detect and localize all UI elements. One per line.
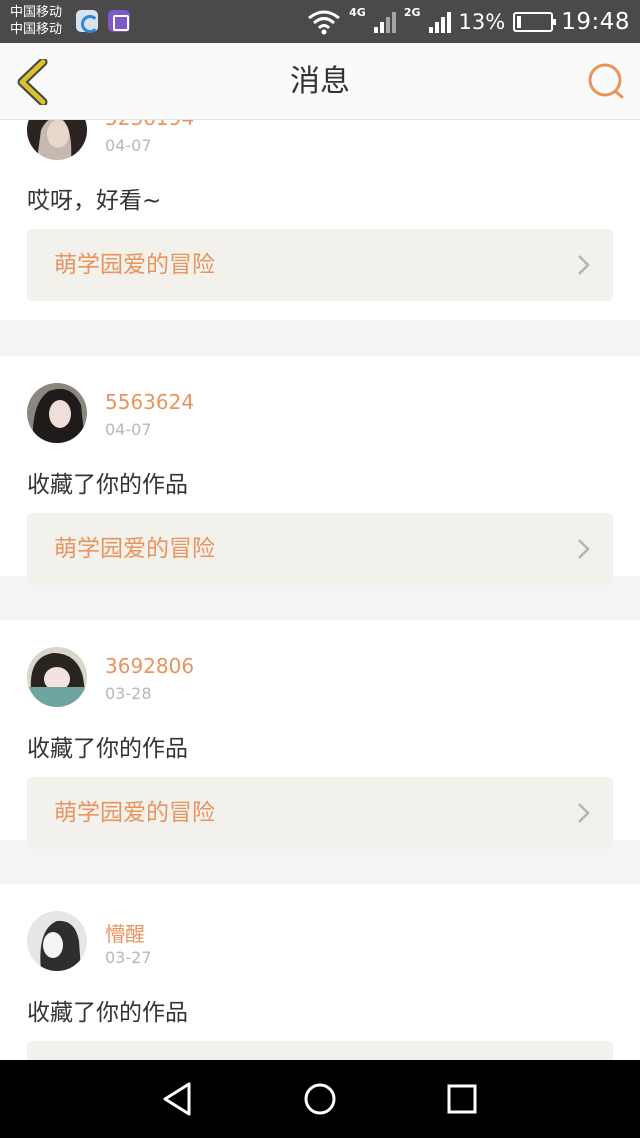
chevron-right-icon xyxy=(578,255,590,275)
work-link[interactable]: 萌学园爱的冒险 xyxy=(27,229,613,301)
message-card[interactable]: 5563624 04-07 收藏了你的作品 萌学园爱的冒险 xyxy=(0,356,640,585)
carrier-labels: 中国移动 中国移动 xyxy=(10,4,62,38)
message-card[interactable]: 3692806 03-28 收藏了你的作品 萌学园爱的冒险 xyxy=(0,620,640,849)
message-text: 收藏了你的作品 xyxy=(27,1000,188,1026)
chevron-right-icon xyxy=(578,539,590,559)
status-indicators: 4G 2G 13% 19:48 xyxy=(307,0,630,43)
system-nav-bar xyxy=(0,1060,640,1138)
work-link[interactable]: 萌学园爱的冒险 xyxy=(27,777,613,849)
clock: 19:48 xyxy=(561,8,630,35)
carrier-1: 中国移动 xyxy=(10,5,63,20)
avatar[interactable] xyxy=(27,383,87,443)
recents-square-icon[interactable] xyxy=(442,1079,482,1119)
signal-icon xyxy=(428,11,451,33)
message-date: 04-07 xyxy=(105,420,152,439)
message-card[interactable]: 懵醒 03-27 收藏了你的作品 xyxy=(0,884,640,1060)
work-title: 萌学园爱的冒险 xyxy=(54,536,215,562)
home-circle-icon[interactable] xyxy=(300,1079,340,1119)
gallery-app-icon xyxy=(108,10,130,32)
status-bar: 中国移动 中国移动 4G 2G 13% 19:48 xyxy=(0,0,640,43)
battery-icon xyxy=(513,11,557,32)
message-date: 03-28 xyxy=(105,684,152,703)
network-type-2: 2G xyxy=(403,6,421,19)
work-title: 萌学园爱的冒险 xyxy=(54,252,215,278)
chevron-right-icon xyxy=(578,803,590,823)
username[interactable]: 5236194 xyxy=(105,120,194,130)
signal-icon xyxy=(373,11,396,33)
username[interactable]: 懵醒 xyxy=(105,918,145,947)
app-header: 消息 xyxy=(0,43,640,120)
message-card[interactable]: 5236194 04-07 哎呀，好看~ 萌学园爱的冒险 xyxy=(0,120,640,320)
battery-percent: 13% xyxy=(458,9,506,34)
search-icon xyxy=(588,63,624,99)
message-date: 04-07 xyxy=(105,136,152,155)
username[interactable]: 5563624 xyxy=(105,390,194,414)
browser-app-icon xyxy=(76,10,99,33)
message-text: 收藏了你的作品 xyxy=(27,736,188,762)
work-title: 萌学园爱的冒险 xyxy=(54,800,215,826)
work-link[interactable] xyxy=(27,1041,613,1060)
message-text: 收藏了你的作品 xyxy=(27,472,188,498)
carrier-2: 中国移动 xyxy=(10,22,63,37)
page-title: 消息 xyxy=(290,64,350,99)
username[interactable]: 3692806 xyxy=(105,654,194,678)
message-text: 哎呀，好看~ xyxy=(27,188,162,214)
avatar[interactable] xyxy=(27,911,87,971)
message-date: 03-27 xyxy=(105,948,152,967)
back-triangle-icon[interactable] xyxy=(158,1079,198,1119)
network-type-1: 4G xyxy=(349,6,366,19)
search-button[interactable] xyxy=(586,61,626,101)
message-list[interactable]: 5236194 04-07 哎呀，好看~ 萌学园爱的冒险 5563624 04-… xyxy=(0,120,640,1060)
avatar[interactable] xyxy=(27,120,87,160)
avatar[interactable] xyxy=(27,647,87,707)
work-link[interactable]: 萌学园爱的冒险 xyxy=(27,513,613,585)
wifi-icon xyxy=(308,10,341,34)
